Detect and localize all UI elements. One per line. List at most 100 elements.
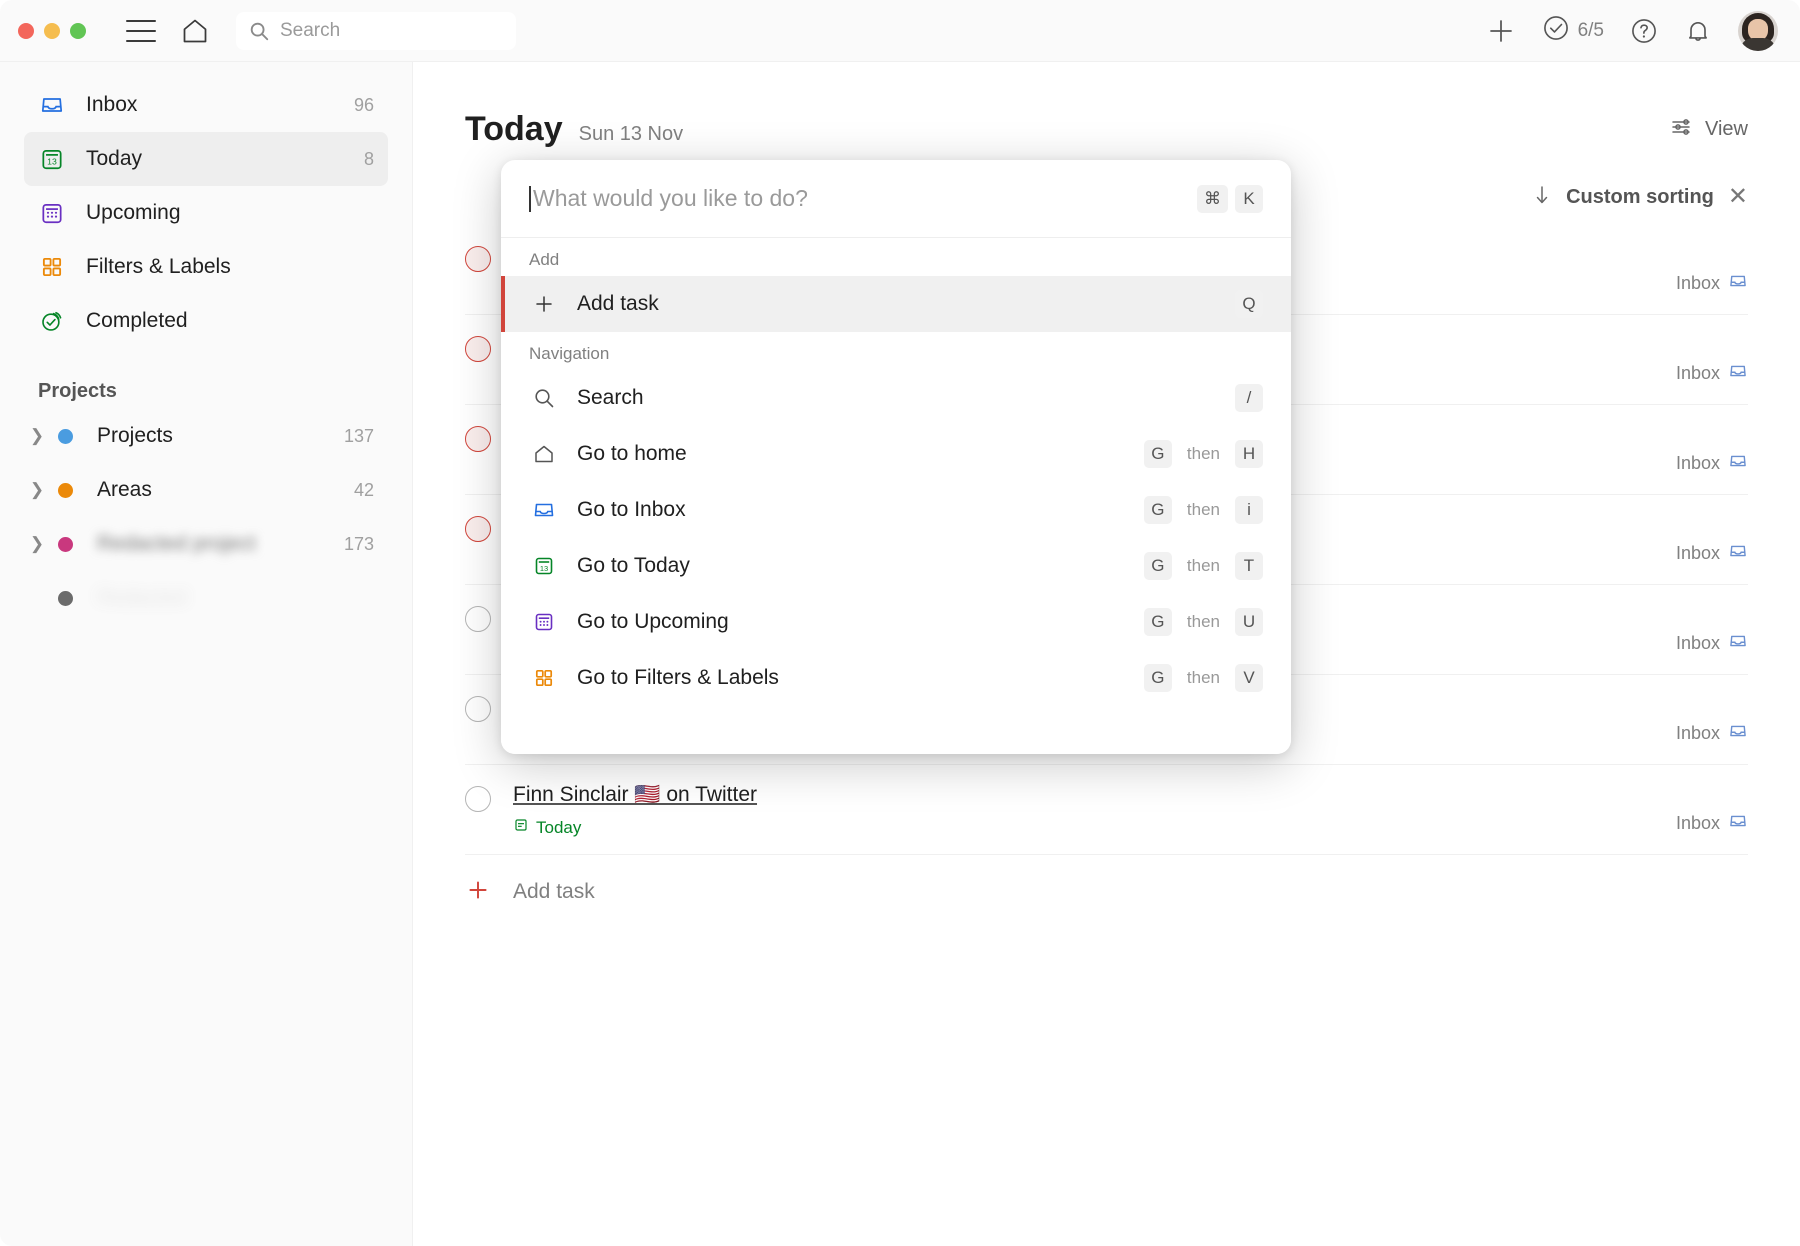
- sidebar-item-upcoming[interactable]: Upcoming: [24, 186, 388, 240]
- palette-item-add-task[interactable]: Add task Q: [501, 276, 1291, 332]
- task-project-label: Inbox: [1676, 453, 1720, 474]
- sidebar-item-today[interactable]: 13 Today 8: [24, 132, 388, 186]
- page-title: Today: [465, 110, 563, 149]
- sorting-label[interactable]: Custom sorting: [1566, 186, 1714, 209]
- sidebar-project-redacted[interactable]: ❯ Redacted project 173: [24, 517, 388, 571]
- palette-item-keys: G then V: [1144, 664, 1263, 692]
- project-label: Redacted project: [97, 532, 256, 556]
- task-project-label-wrap[interactable]: Inbox: [1676, 631, 1748, 658]
- sidebar-item-completed[interactable]: Completed: [24, 294, 388, 348]
- palette-section-navigation-title: Navigation: [501, 332, 1291, 370]
- project-count: 137: [344, 426, 374, 447]
- kbd-then: then: [1180, 496, 1227, 524]
- kbd-g: G: [1144, 552, 1172, 580]
- minimize-window-button[interactable]: [44, 23, 60, 39]
- filters-labels-icon: [38, 253, 66, 281]
- table-row[interactable]: Finn Sinclair 🇺🇸 on Twitter Today Inbox: [465, 765, 1748, 855]
- maximize-window-button[interactable]: [70, 23, 86, 39]
- inbox-icon: [1728, 631, 1748, 656]
- kbd-i: i: [1235, 496, 1263, 524]
- title-bar: Search 6/5: [0, 0, 1800, 62]
- sidebar-project-projects[interactable]: ❯ Projects 137: [24, 409, 388, 463]
- add-task-row[interactable]: Add task: [465, 855, 1748, 929]
- task-checkbox[interactable]: [465, 516, 491, 542]
- avatar[interactable]: [1738, 11, 1778, 51]
- palette-item-go-to-upcoming[interactable]: Go to Upcoming G then U: [501, 594, 1291, 650]
- task-project-label-wrap[interactable]: Inbox: [1676, 271, 1748, 298]
- calendar-upcoming-icon: [38, 199, 66, 227]
- view-button[interactable]: View: [1669, 116, 1748, 144]
- task-checkbox[interactable]: [465, 426, 491, 452]
- project-color-dot: [58, 483, 73, 498]
- bell-icon[interactable]: [1684, 17, 1712, 45]
- task-project-label: Inbox: [1676, 273, 1720, 294]
- palette-item-go-to-filters-labels[interactable]: Go to Filters & Labels G then V: [501, 650, 1291, 706]
- project-label: Projects: [97, 424, 173, 448]
- task-project-label-wrap[interactable]: Inbox: [1676, 721, 1748, 748]
- palette-item-go-to-inbox[interactable]: Go to Inbox G then i: [501, 482, 1291, 538]
- task-project-label-wrap[interactable]: Inbox: [1676, 361, 1748, 388]
- task-project-label: Inbox: [1676, 813, 1720, 834]
- completed-icon: [38, 307, 66, 335]
- chevron-right-icon[interactable]: ❯: [24, 426, 50, 446]
- kbd-k: K: [1235, 185, 1263, 213]
- project-count: 42: [354, 480, 374, 501]
- task-project-label-wrap[interactable]: Inbox: [1676, 451, 1748, 478]
- task-project-label: Inbox: [1676, 543, 1720, 564]
- chevron-right-icon[interactable]: ❯: [24, 480, 50, 500]
- palette-item-label: Go to Inbox: [577, 498, 686, 522]
- calendar-today-icon: 13: [529, 554, 559, 578]
- palette-item-label: Go to Filters & Labels: [577, 666, 779, 690]
- kbd-g: G: [1144, 608, 1172, 636]
- inbox-icon: [1728, 811, 1748, 836]
- task-checkbox[interactable]: [465, 606, 491, 632]
- palette-item-label: Search: [577, 386, 644, 410]
- karma-count: 6/5: [1578, 20, 1604, 42]
- palette-item-label: Go to home: [577, 442, 687, 466]
- task-project-label-wrap[interactable]: Inbox: [1676, 811, 1748, 838]
- close-icon[interactable]: ✕: [1728, 185, 1748, 209]
- close-window-button[interactable]: [18, 23, 34, 39]
- home-icon[interactable]: [180, 17, 210, 45]
- sidebar-item-label: Today: [86, 147, 142, 171]
- arrow-down-icon[interactable]: [1532, 183, 1552, 212]
- titlebar-actions: 6/5: [1486, 11, 1778, 51]
- projects-section-header: Projects: [38, 380, 412, 403]
- page-date: Sun 13 Nov: [579, 123, 684, 146]
- sidebar-item-filters-labels[interactable]: Filters & Labels: [24, 240, 388, 294]
- palette-item-search[interactable]: Search /: [501, 370, 1291, 426]
- home-icon: [529, 442, 559, 466]
- palette-item-keys: G then H: [1144, 440, 1263, 468]
- task-checkbox[interactable]: [465, 696, 491, 722]
- sidebar-item-label: Inbox: [86, 93, 137, 117]
- palette-item-label: Add task: [577, 292, 659, 316]
- task-checkbox[interactable]: [465, 786, 491, 812]
- plus-icon: [529, 292, 559, 316]
- text-caret: [529, 186, 531, 212]
- hamburger-icon[interactable]: [126, 20, 156, 42]
- search-icon: [529, 386, 559, 410]
- kbd-q: Q: [1235, 290, 1263, 318]
- command-palette-input[interactable]: What would you like to do? ⌘ K: [501, 160, 1291, 238]
- palette-item-go-to-home[interactable]: Go to home G then H: [501, 426, 1291, 482]
- task-checkbox[interactable]: [465, 336, 491, 362]
- window-controls: [18, 23, 86, 39]
- sidebar-project-redacted-2[interactable]: Redacted: [24, 571, 388, 625]
- productivity-button[interactable]: 6/5: [1542, 14, 1604, 47]
- add-task-button[interactable]: [1486, 16, 1516, 46]
- task-checkbox[interactable]: [465, 246, 491, 272]
- kbd-then: then: [1180, 608, 1227, 636]
- task-title[interactable]: Finn Sinclair 🇺🇸 on Twitter: [513, 783, 757, 806]
- kbd-g: G: [1144, 664, 1172, 692]
- search-input[interactable]: Search: [236, 12, 516, 50]
- question-circle-icon[interactable]: [1630, 17, 1658, 45]
- sidebar-project-areas[interactable]: ❯ Areas 42: [24, 463, 388, 517]
- sidebar-item-inbox[interactable]: Inbox 96: [24, 78, 388, 132]
- palette-item-go-to-today[interactable]: 13 Go to Today G then T: [501, 538, 1291, 594]
- sliders-icon: [1669, 116, 1695, 144]
- kbd-then: then: [1180, 664, 1227, 692]
- kbd-t: T: [1235, 552, 1263, 580]
- chevron-right-icon[interactable]: ❯: [24, 534, 50, 554]
- search-placeholder: Search: [280, 20, 340, 42]
- task-project-label-wrap[interactable]: Inbox: [1676, 541, 1748, 568]
